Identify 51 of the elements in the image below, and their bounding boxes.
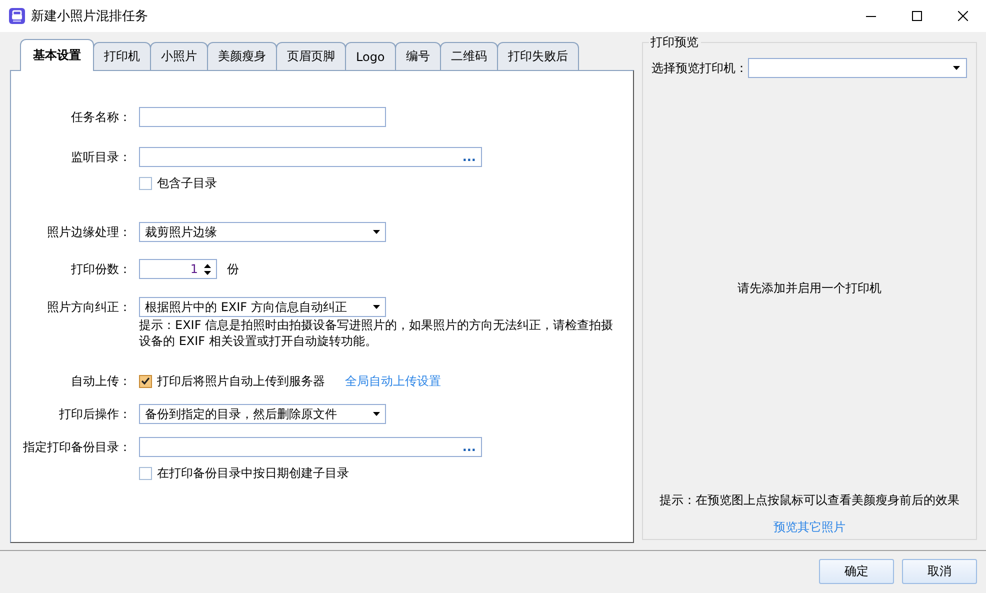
path-field[interactable]: ... [139,437,482,457]
dropdown[interactable]: 裁剪照片边缘 [139,222,386,242]
field-label: 自动上传： [70,372,131,390]
checkbox[interactable] [139,176,152,190]
checkbox[interactable] [139,374,152,388]
window-title: 新建小照片混排任务 [31,8,148,25]
hint-text: 提示：EXIF 信息是拍照时由拍摄设备写进照片的，如果照片的方向无法纠正，请检查拍摄设备的 EXIF 相关设置或打开自动旋转功能。 [139,317,614,349]
tab[interactable]: 编号 [394,42,441,70]
field-label: 打印后操作： [58,406,131,422]
close-icon[interactable] [958,11,968,21]
empty-message: 请先添加并启用一个打印机 [737,280,882,297]
dropdown[interactable]: 根据照片中的 EXIF 方向信息自动纠正 [139,297,386,317]
tab[interactable]: Logo [345,42,396,70]
field-label: 打印份数： [70,260,131,278]
caret-icon [373,230,380,234]
hint-text: 提示：在预览图上点按鼠标可以查看美颜瘦身前后的效果 [659,492,960,509]
tab[interactable]: 打印机 [93,42,151,70]
caret-icon [373,305,380,309]
app-icon [9,8,25,24]
tab[interactable]: 页眉页脚 [276,42,346,70]
checkbox[interactable] [139,466,152,480]
field-label: 任务名称： [70,108,131,126]
dialog-button[interactable]: 取消 [902,559,977,584]
unit-label: 份 [227,260,239,278]
field-label: 照片方向纠正： [46,298,131,316]
caret-icon [953,66,960,70]
browse-button[interactable]: ... [462,150,476,164]
field-label: 指定打印备份目录： [22,438,131,456]
tab[interactable]: 基本设置 [20,39,94,71]
tab[interactable]: 打印失败后 [496,42,579,70]
check-icon [141,377,150,385]
tab[interactable]: 二维码 [440,42,498,70]
tab[interactable]: 小照片 [150,42,208,70]
path-field[interactable]: ... [139,147,482,167]
maximize-icon[interactable] [912,11,922,21]
number-field[interactable]: 1 [139,259,217,279]
tab[interactable]: 美颜瘦身 [207,42,277,70]
browse-button[interactable]: ... [462,440,476,454]
dropdown[interactable]: 备份到指定的目录，然后删除原文件 [139,404,386,424]
spinner-icon[interactable] [204,264,211,274]
field-label: 选择预览打印机： [652,60,748,76]
checkbox-label[interactable]: 包含子目录 [157,174,217,192]
settings-link[interactable]: 全局自动上传设置 [345,372,441,390]
field-label: 照片边缘处理： [46,224,131,240]
dialog-button[interactable]: 确定 [819,559,894,584]
caret-icon [373,412,380,416]
checkbox-label[interactable]: 在打印备份目录中按日期创建子目录 [157,464,349,482]
text-field[interactable] [139,107,386,127]
field-label: 监听目录： [70,148,131,166]
group-title: 打印预览 [648,34,701,51]
checkbox-label[interactable]: 打印后将照片自动上传到服务器 [157,372,325,390]
